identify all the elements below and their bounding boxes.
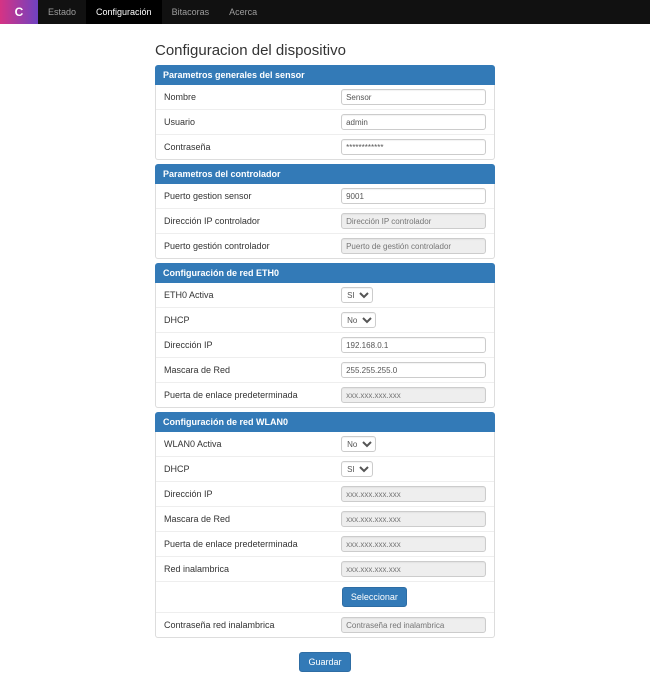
- eth0-ip-label: Dirección IP: [164, 340, 341, 350]
- usuario-input[interactable]: [341, 114, 486, 130]
- usuario-label: Usuario: [164, 117, 341, 127]
- wlan0-pass-input[interactable]: [341, 617, 486, 633]
- eth0-mask-label: Mascara de Red: [164, 365, 341, 375]
- puerto-sensor-label: Puerto gestion sensor: [164, 191, 341, 201]
- ip-ctrl-label: Dirección IP controlador: [164, 216, 341, 226]
- wlan0-ip-label: Dirección IP: [164, 489, 341, 499]
- nav-acerca[interactable]: Acerca: [219, 0, 267, 24]
- puerto-ctrl-input[interactable]: [341, 238, 486, 254]
- nombre-input[interactable]: [341, 89, 486, 105]
- wlan0-ssid-input[interactable]: [341, 561, 486, 577]
- seleccionar-button[interactable]: Seleccionar: [342, 587, 407, 607]
- eth0-dhcp-select[interactable]: No: [341, 312, 376, 328]
- nav-configuracion[interactable]: Configuración: [86, 0, 162, 24]
- panel4-body: WLAN0 Activa No DHCP SI Dirección IP Mas…: [155, 432, 495, 638]
- panel1-heading: Parametros generales del sensor: [155, 65, 495, 85]
- panel3-body: ETH0 Activa SI DHCP No Dirección IP Masc…: [155, 283, 495, 408]
- wlan0-pass-label: Contraseña red inalambrica: [164, 620, 341, 630]
- puerto-sensor-input[interactable]: [341, 188, 486, 204]
- wlan0-mask-label: Mascara de Red: [164, 514, 341, 524]
- eth0-gw-label: Puerta de enlace predeterminada: [164, 390, 341, 400]
- nombre-label: Nombre: [164, 92, 341, 102]
- panel3-heading: Configuración de red ETH0: [155, 263, 495, 283]
- brand-logo: C: [0, 0, 38, 24]
- eth0-ip-input[interactable]: [341, 337, 486, 353]
- puerto-ctrl-label: Puerto gestión controlador: [164, 241, 341, 251]
- eth0-dhcp-label: DHCP: [164, 315, 341, 325]
- page-title: Configuracion del dispositivo: [155, 42, 495, 59]
- wlan0-gw-input[interactable]: [341, 536, 486, 552]
- main-container: Configuracion del dispositivo Parametros…: [155, 42, 495, 672]
- contrasena-input[interactable]: [341, 139, 486, 155]
- panel2-body: Puerto gestion sensor Dirección IP contr…: [155, 184, 495, 259]
- nav-estado[interactable]: Estado: [38, 0, 86, 24]
- wlan0-activa-select[interactable]: No: [341, 436, 376, 452]
- eth0-activa-select[interactable]: SI: [341, 287, 373, 303]
- panel1-body: Nombre Usuario Contraseña: [155, 85, 495, 160]
- guardar-button[interactable]: Guardar: [299, 652, 350, 672]
- panel2-heading: Parametros del controlador: [155, 164, 495, 184]
- wlan0-gw-label: Puerta de enlace predeterminada: [164, 539, 341, 549]
- wlan0-mask-input[interactable]: [341, 511, 486, 527]
- wlan0-dhcp-select[interactable]: SI: [341, 461, 373, 477]
- eth0-mask-input[interactable]: [341, 362, 486, 378]
- wlan0-ssid-label: Red inalambrica: [164, 564, 341, 574]
- wlan0-dhcp-label: DHCP: [164, 464, 341, 474]
- wlan0-activa-label: WLAN0 Activa: [164, 439, 341, 449]
- eth0-gw-input[interactable]: [341, 387, 486, 403]
- ip-ctrl-input[interactable]: [341, 213, 486, 229]
- nav-bitacoras[interactable]: Bitacoras: [162, 0, 220, 24]
- panel4-heading: Configuración de red WLAN0: [155, 412, 495, 432]
- navbar: C Estado Configuración Bitacoras Acerca: [0, 0, 650, 24]
- contrasena-label: Contraseña: [164, 142, 341, 152]
- wlan0-ip-input[interactable]: [341, 486, 486, 502]
- eth0-activa-label: ETH0 Activa: [164, 290, 341, 300]
